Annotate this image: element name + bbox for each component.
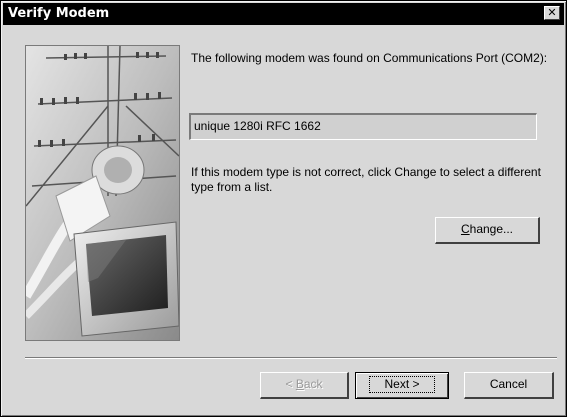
- close-icon: ✕: [547, 6, 557, 19]
- cancel-button[interactable]: Cancel: [464, 372, 554, 399]
- modem-name-field: unique 1280i RFC 1662: [189, 113, 537, 140]
- back-button[interactable]: < Back: [260, 372, 349, 399]
- back-mnemonic: B: [295, 377, 304, 391]
- modem-illustration-graphic: [26, 46, 179, 340]
- window-title: Verify Modem: [8, 6, 110, 21]
- back-prefix: <: [285, 377, 296, 391]
- change-instructions: If this modem type is not correct, click…: [191, 165, 541, 194]
- back-label: ack: [303, 377, 323, 391]
- separator: [25, 357, 557, 359]
- found-message: The following modem was found on Communi…: [191, 51, 548, 65]
- change-mnemonic: C: [460, 222, 470, 236]
- title-bar[interactable]: Verify Modem ✕: [3, 3, 564, 25]
- verify-modem-dialog: Verify Modem ✕ The following modem was f…: [0, 0, 567, 417]
- modem-illustration: [25, 45, 180, 341]
- next-button[interactable]: Next >: [355, 372, 449, 399]
- next-label: Next >: [369, 376, 435, 393]
- close-button[interactable]: ✕: [544, 6, 560, 20]
- change-button[interactable]: Change...: [435, 217, 540, 244]
- change-label: hange...: [469, 222, 514, 236]
